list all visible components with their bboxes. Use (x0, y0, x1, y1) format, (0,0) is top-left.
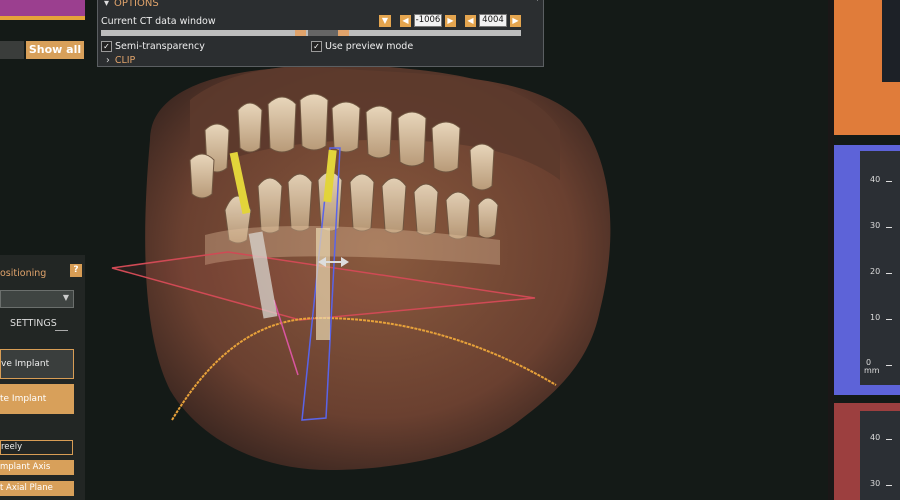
ruler-tick (886, 319, 892, 320)
chevron-right-icon[interactable]: ▶ (445, 14, 456, 27)
rotate-implant-button[interactable]: te Implant (0, 384, 74, 414)
semi-transparency-label: Semi-transparency (115, 41, 205, 52)
ct-max-handle[interactable] (338, 30, 349, 36)
filter-input[interactable] (0, 41, 24, 59)
preview-mode-label: Use preview mode (325, 41, 414, 52)
ct-min-handle[interactable] (295, 30, 306, 36)
slice-view-bottom[interactable]: 40 30 (834, 403, 900, 500)
ruler-tick (886, 227, 892, 228)
rotate-freely-button[interactable]: reely (0, 440, 73, 455)
settings-tab[interactable]: SETTINGS (10, 318, 57, 329)
clip-section-header[interactable]: › CLIP (106, 55, 135, 66)
slice-view-top[interactable] (834, 0, 900, 135)
ct-window-slider[interactable] (101, 30, 521, 36)
rotate-implant-axis-button[interactable]: mplant Axis (0, 460, 74, 475)
help-icon[interactable]: ? (70, 264, 82, 277)
checkbox-check-icon[interactable]: ✓ (101, 41, 112, 52)
implant-select[interactable]: ▼ (0, 290, 74, 308)
preview-mode-row[interactable]: ✓ Use preview mode (311, 41, 413, 52)
options-header[interactable]: ▾ OPTIONS (104, 0, 159, 9)
ruler-label: 40 (870, 433, 881, 442)
chevron-down-icon[interactable]: ▾ (535, 0, 540, 4)
slice-image (882, 0, 900, 82)
chevron-left-icon[interactable]: ◀ (465, 14, 476, 27)
ruler-tick (886, 439, 892, 440)
3d-viewport[interactable] (0, 0, 900, 500)
top-accent-bar (0, 0, 85, 20)
ct-min-field[interactable]: -1006 (414, 14, 442, 27)
slice-view-middle[interactable]: 40 30 20 10 0 mm (834, 145, 900, 395)
ct-max-field[interactable]: 4004 (479, 14, 507, 27)
ruler-tick (886, 273, 892, 274)
ct-window-range (308, 30, 338, 36)
rotate-axial-plane-button[interactable]: t Axial Plane (0, 481, 74, 496)
ruler-label: 40 (870, 175, 881, 184)
ruler-tick (886, 365, 892, 366)
tab-underline (55, 330, 68, 331)
move-implant-button[interactable]: ve Implant (0, 349, 74, 379)
checkbox-check-icon[interactable]: ✓ (311, 41, 322, 52)
chevron-left-icon[interactable]: ◀ (400, 14, 411, 27)
list-filter-row: Show all (0, 41, 85, 59)
chevron-down-icon[interactable]: ▼ (379, 14, 391, 27)
chevron-right-icon[interactable]: ▶ (510, 14, 521, 27)
ruler-label: 20 (870, 267, 881, 276)
semi-transparency-row[interactable]: ✓ Semi-transparency (101, 41, 205, 52)
options-panel: ▾OPTIONS ▾ Current CT data window ▼ ◀ -1… (97, 0, 544, 67)
ruler-label: 30 (870, 479, 881, 488)
ruler-unit: mm (864, 366, 880, 375)
ruler-label: 10 (870, 313, 881, 322)
chevron-down-icon: ▾ (104, 0, 110, 9)
chevron-right-icon: › (106, 55, 110, 66)
ct-window-label: Current CT data window (101, 16, 216, 27)
dropdown-caret-icon: ▼ (62, 293, 69, 302)
ruler-label: 30 (870, 221, 881, 230)
panel-title: ositioning (0, 268, 47, 279)
ruler-tick (886, 485, 892, 486)
show-all-button[interactable]: Show all (26, 41, 84, 59)
ct-window-controls: ▼ ◀ -1006 ▶ ◀ 4004 ▶ (379, 14, 521, 27)
implant-positioning-panel: ositioning ? ▼ SETTINGS ve Implant te Im… (0, 255, 85, 500)
ruler-tick (886, 181, 892, 182)
